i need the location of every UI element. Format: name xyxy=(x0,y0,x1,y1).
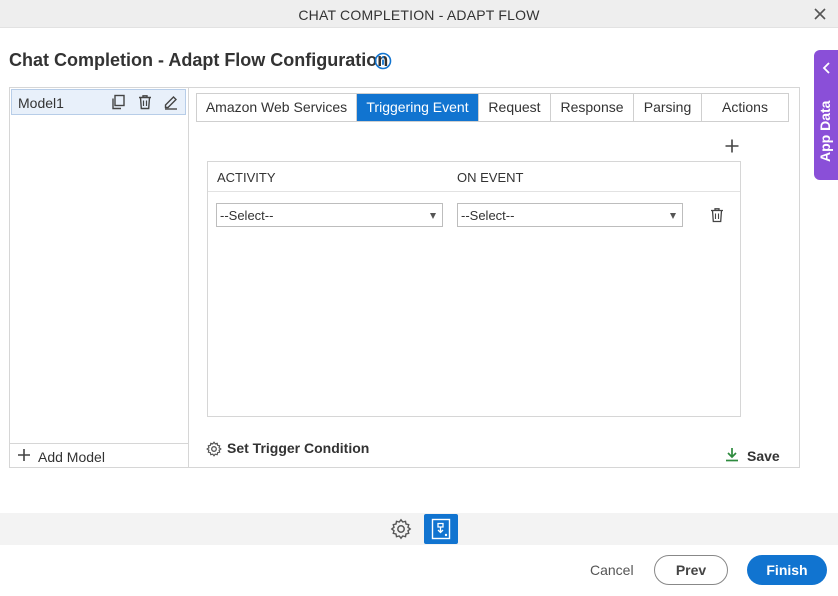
bottom-toolbar xyxy=(0,513,838,545)
copy-icon[interactable] xyxy=(110,94,126,110)
edit-icon[interactable] xyxy=(163,94,179,110)
on-event-select-value: --Select-- xyxy=(461,208,515,223)
app-data-tab[interactable]: App Data xyxy=(814,50,838,180)
tab-request[interactable]: Request xyxy=(479,94,551,121)
tab-triggering-event[interactable]: Triggering Event xyxy=(357,94,479,121)
settings-gear-icon[interactable] xyxy=(390,518,412,540)
add-model-label: Add Model xyxy=(38,449,105,465)
on-event-select[interactable]: --Select-- xyxy=(457,203,683,227)
column-header-activity: ACTIVITY xyxy=(217,170,276,185)
activity-select[interactable]: --Select-- xyxy=(216,203,443,227)
configuration-panel: Model1 Add Model Amazon Web Services Tri… xyxy=(9,87,800,468)
app-data-label: App Data xyxy=(817,100,833,162)
tab-amazon-web-services[interactable]: Amazon Web Services xyxy=(197,94,357,121)
grid-header: ACTIVITY ON EVENT xyxy=(208,162,740,192)
finish-button[interactable]: Finish xyxy=(747,555,827,585)
gear-icon xyxy=(206,441,222,457)
delete-row-icon[interactable] xyxy=(710,207,724,223)
trigger-event-grid: ACTIVITY ON EVENT --Select-- --Select-- xyxy=(207,161,741,417)
cancel-button[interactable]: Cancel xyxy=(590,562,634,578)
chevron-left-icon xyxy=(822,62,830,74)
dropdown-arrow-icon xyxy=(670,213,676,219)
tab-parsing[interactable]: Parsing xyxy=(634,94,702,121)
download-icon xyxy=(726,448,738,462)
tab-actions[interactable]: Actions xyxy=(702,94,788,121)
tab-response[interactable]: Response xyxy=(551,94,634,121)
info-icon[interactable] xyxy=(374,52,392,70)
window-titlebar: CHAT COMPLETION - ADAPT FLOW xyxy=(0,0,838,28)
close-icon[interactable] xyxy=(812,6,828,22)
model-item[interactable]: Model1 xyxy=(11,89,186,115)
model-list: Model1 Add Model xyxy=(10,88,189,467)
column-header-on-event: ON EVENT xyxy=(457,170,524,185)
page-title: Chat Completion - Adapt Flow Configurati… xyxy=(9,50,389,70)
dropdown-arrow-icon xyxy=(430,213,436,219)
window-title: CHAT COMPLETION - ADAPT FLOW xyxy=(298,7,540,23)
prev-button[interactable]: Prev xyxy=(654,555,728,585)
add-model-button[interactable]: Add Model xyxy=(10,443,188,467)
save-label: Save xyxy=(747,448,780,464)
model-name: Model1 xyxy=(18,95,64,111)
document-icon xyxy=(431,518,451,540)
plus-icon xyxy=(18,449,30,461)
set-trigger-condition-label: Set Trigger Condition xyxy=(227,440,370,456)
activity-select-value: --Select-- xyxy=(220,208,274,223)
trash-icon[interactable] xyxy=(137,94,153,110)
app-data-mapping-button[interactable] xyxy=(424,514,458,544)
add-row-icon[interactable] xyxy=(725,139,739,153)
config-tabs: Amazon Web Services Triggering Event Req… xyxy=(196,93,789,122)
